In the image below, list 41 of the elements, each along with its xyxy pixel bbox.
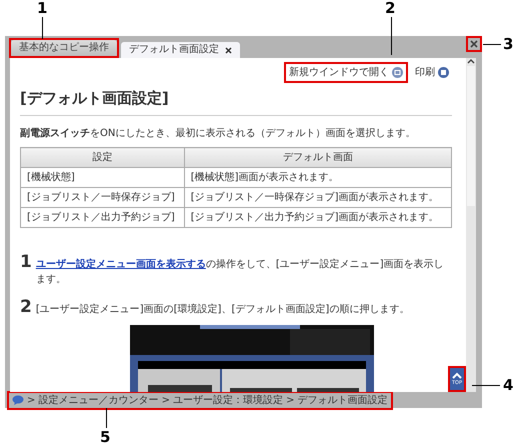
breadcrumb-link[interactable]: > 設定メニュー／カウンター [27,392,159,408]
callout-number: 1 [37,1,48,16]
table-cell: [ジョブリスト／出力予約ジョブ] [20,208,184,228]
leader-line [42,17,43,39]
table-cell: [機械状態] [20,168,184,188]
step-number: 2 [20,296,32,319]
step-text: ユーザー設定メニュー画面を表示するの操作をして、[ユーザー設定メニュー]画面を表示します。 [36,257,445,287]
leader-line [472,385,500,386]
step-text: [ユーザー設定メニュー]画面の[環境設定]、[デフォルト画面設定]の順に押します。 [36,302,410,317]
close-icon [470,40,478,48]
callout-number: 2 [385,1,396,16]
chevron-up-icon [452,372,462,379]
step-number: 1 [20,251,32,274]
window-icon [392,67,403,78]
column-header: デフォルト画面 [184,148,452,168]
table-cell: [ジョブリスト／一時保存ジョブ] [20,188,184,208]
callout-number: 5 [100,430,110,445]
table-cell: [機械状態]画面が表示されます。 [184,168,452,188]
page-heading: [デフォルト画面設定] [20,89,452,116]
print-button[interactable]: 印刷 [412,64,452,81]
leader-line [391,17,392,55]
table-cell: [ジョブリスト／出力予約ジョブ]画面が表示されます。 [184,208,452,228]
tab[interactable]: 基本的なコピー操作 [11,40,117,56]
scrollbar-thumb[interactable] [467,66,475,206]
callout-number: 4 [503,378,514,393]
speech-bubble-icon[interactable] [12,395,24,405]
tab[interactable]: デフォルト画面設定 [121,42,240,58]
column-header: 設定 [20,148,184,168]
intro-paragraph: 副電源スイッチをONにしたとき、最初に表示される（デフォルト）画面を選択します。 [20,126,416,141]
link[interactable]: ユーザー設定メニュー画面を表示する [36,259,206,270]
callout-number: 3 [503,37,514,52]
scroll-up-icon[interactable] [467,58,475,64]
leader-line [483,44,501,45]
new-window-button[interactable]: 新規ウインドウで開く [284,62,408,83]
close-button[interactable] [466,36,482,52]
close-icon[interactable] [225,46,232,54]
breadcrumb-link[interactable]: > ユーザー設定：環境設定 [162,392,284,408]
breadcrumb-link[interactable]: > デフォルト画面設定 [286,392,388,408]
leader-line [106,408,107,428]
table-cell: [ジョブリスト／一時保存ジョブ]画面が表示されます。 [184,188,452,208]
printer-icon [438,67,449,78]
